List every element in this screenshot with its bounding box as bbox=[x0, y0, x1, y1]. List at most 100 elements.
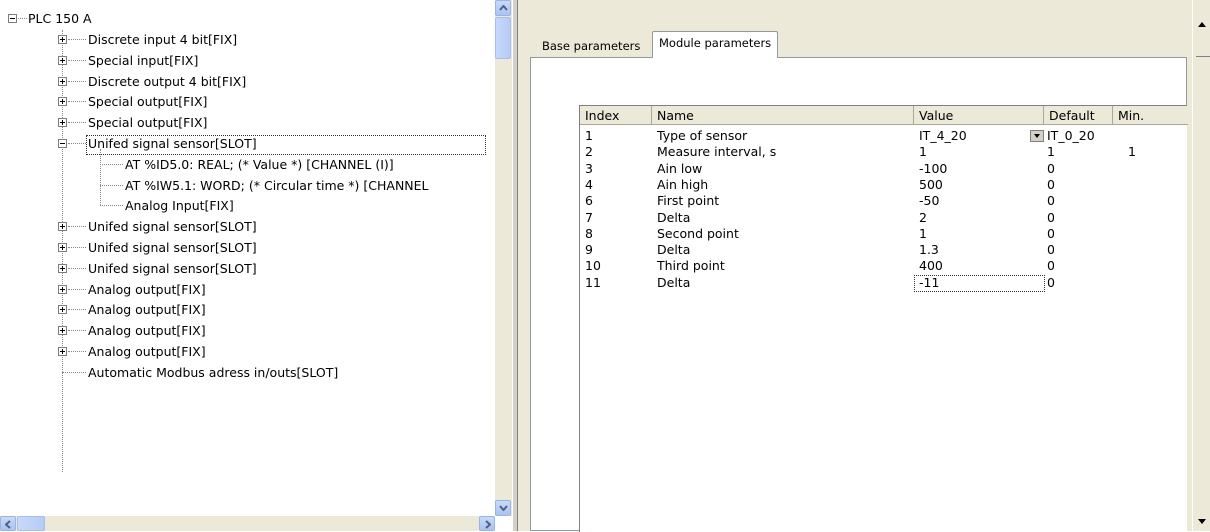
table-row[interactable]: 1 Type of sensor IT_4_20 IT_0_20 bbox=[580, 128, 1188, 144]
scroll-left-button[interactable] bbox=[0, 516, 16, 531]
cell-name: Ain high bbox=[657, 177, 709, 192]
scroll-right-button[interactable] bbox=[479, 516, 495, 531]
tree-connector bbox=[100, 149, 101, 205]
tree-item[interactable]: Unifed signal sensor[SLOT] bbox=[88, 238, 257, 258]
tree-connector bbox=[100, 205, 123, 206]
cell-name: Second point bbox=[657, 226, 739, 241]
cell-value[interactable]: 2 bbox=[919, 210, 927, 225]
tree-selection-focus bbox=[86, 135, 486, 155]
cell-index: 10 bbox=[585, 258, 601, 273]
cell-index: 2 bbox=[585, 144, 593, 159]
table-row[interactable]: 11 Delta -11 0 bbox=[580, 275, 1188, 292]
cell-value[interactable]: IT_4_20 bbox=[919, 128, 967, 143]
tree-item[interactable]: Special input[FIX] bbox=[88, 51, 198, 71]
tree-root-label[interactable]: PLC 150 A bbox=[28, 9, 92, 29]
expand-icon[interactable] bbox=[58, 347, 67, 356]
tab-module-parameters[interactable]: Module parameters bbox=[652, 31, 779, 58]
right-vertical-scrollbar[interactable] bbox=[1192, 0, 1210, 531]
arrow-up-icon bbox=[1198, 22, 1206, 27]
cell-value[interactable]: 1 bbox=[919, 144, 927, 159]
table-row[interactable]: 3 Ain low -100 0 bbox=[580, 161, 1188, 177]
tree-child-item[interactable]: Analog Input[FIX] bbox=[125, 196, 234, 216]
cell-default: 0 bbox=[1047, 210, 1055, 225]
cell-default: 1 bbox=[1047, 144, 1055, 159]
tree-item[interactable]: Analog output[FIX] bbox=[88, 342, 206, 362]
expand-icon[interactable] bbox=[58, 77, 67, 86]
expand-icon[interactable] bbox=[58, 118, 67, 127]
parameters-grid[interactable]: Index Name Value Default Min. 1 Type of s… bbox=[579, 105, 1188, 532]
table-row[interactable]: 7 Delta 2 0 bbox=[580, 210, 1188, 226]
table-row[interactable]: 9 Delta 1.3 0 bbox=[580, 242, 1188, 258]
collapse-icon[interactable] bbox=[58, 139, 67, 148]
table-row[interactable]: 4 Ain high 500 0 bbox=[580, 177, 1188, 193]
cell-value[interactable]: 500 bbox=[919, 177, 943, 192]
cell-default: 0 bbox=[1047, 177, 1055, 192]
expand-icon[interactable] bbox=[58, 305, 67, 314]
arrow-down-icon bbox=[499, 505, 508, 511]
cell-default: 0 bbox=[1047, 226, 1055, 241]
expand-icon[interactable] bbox=[58, 243, 67, 252]
expand-icon[interactable] bbox=[58, 285, 67, 294]
scroll-up-button[interactable] bbox=[495, 0, 511, 16]
cell-name: Type of sensor bbox=[657, 128, 748, 143]
arrow-right-icon bbox=[485, 520, 491, 529]
chevron-down-icon[interactable] bbox=[1030, 130, 1044, 142]
column-header-index[interactable]: Index bbox=[580, 106, 652, 125]
table-row[interactable]: 8 Second point 1 0 bbox=[580, 226, 1188, 242]
tree-connector bbox=[68, 247, 86, 248]
scroll-track-line bbox=[1196, 56, 1210, 57]
table-row[interactable]: 6 First point -50 0 bbox=[580, 193, 1188, 209]
tree-child-item[interactable]: AT %ID5.0: REAL; (* Value *) [CHANNEL (I… bbox=[125, 155, 394, 175]
arrow-up-icon bbox=[499, 5, 508, 11]
expand-icon[interactable] bbox=[58, 326, 67, 335]
tree-item[interactable]: Special output[FIX] bbox=[88, 113, 207, 133]
scroll-thumb[interactable] bbox=[495, 17, 511, 59]
cell-default: 0 bbox=[1047, 242, 1055, 257]
tree-item[interactable]: Unifed signal sensor[SLOT] bbox=[88, 259, 257, 279]
cell-index: 7 bbox=[585, 210, 593, 225]
cell-value[interactable]: 1 bbox=[919, 226, 927, 241]
column-header-default[interactable]: Default bbox=[1044, 106, 1113, 125]
cell-name: Delta bbox=[657, 242, 691, 257]
column-header-value[interactable]: Value bbox=[914, 106, 1044, 125]
scroll-down-button[interactable] bbox=[495, 500, 511, 516]
cell-value[interactable]: 1.3 bbox=[919, 242, 939, 257]
tree-item[interactable]: Discrete input 4 bit[FIX] bbox=[88, 30, 237, 50]
tab-base-parameters[interactable]: Base parameters bbox=[536, 35, 646, 57]
tree-connector bbox=[68, 122, 86, 123]
cell-min: 1 bbox=[1128, 144, 1136, 159]
cell-value[interactable]: -100 bbox=[919, 161, 947, 176]
arrow-left-icon bbox=[5, 520, 11, 529]
tree-horizontal-scrollbar[interactable] bbox=[0, 516, 495, 531]
tree-item[interactable]: Analog output[FIX] bbox=[88, 300, 206, 320]
arrow-down-icon bbox=[1198, 519, 1206, 524]
expand-icon[interactable] bbox=[58, 97, 67, 106]
collapse-icon[interactable] bbox=[8, 14, 17, 23]
tree-item[interactable]: Special output[FIX] bbox=[88, 92, 207, 112]
tree-item[interactable]: Analog output[FIX] bbox=[88, 321, 206, 341]
table-row[interactable]: 2 Measure interval, s 1 1 1 bbox=[580, 144, 1188, 160]
cell-value[interactable]: 400 bbox=[919, 258, 943, 273]
tree-vertical-scrollbar[interactable] bbox=[495, 0, 512, 516]
cell-index: 8 bbox=[585, 226, 593, 241]
tree-item[interactable]: Analog output[FIX] bbox=[88, 280, 206, 300]
tree-item[interactable]: Automatic Modbus adress in/outs[SLOT] bbox=[88, 363, 338, 383]
cell-default: 0 bbox=[1047, 258, 1055, 273]
table-row[interactable]: 10 Third point 400 0 bbox=[580, 258, 1188, 274]
expand-icon[interactable] bbox=[58, 222, 67, 231]
expand-icon[interactable] bbox=[58, 56, 67, 65]
tree-connector bbox=[68, 143, 86, 144]
scroll-thumb-horizontal[interactable] bbox=[17, 516, 45, 531]
tree-child-item[interactable]: AT %IW5.1: WORD; (* Circular time *) [CH… bbox=[125, 176, 429, 196]
tree-item[interactable]: Unifed signal sensor[SLOT] bbox=[88, 217, 257, 237]
tree-connector bbox=[68, 309, 86, 310]
project-tree[interactable]: PLC 150 A Discrete input 4 bit[FIX] Speci… bbox=[0, 0, 512, 531]
parameters-pane: Base parameters Module parameters Index … bbox=[518, 0, 1210, 532]
cell-value[interactable]: -50 bbox=[919, 193, 939, 208]
column-header-min[interactable]: Min. bbox=[1113, 106, 1188, 125]
tree-item[interactable]: Discrete output 4 bit[FIX] bbox=[88, 72, 246, 92]
tree-connector bbox=[68, 268, 86, 269]
column-header-name[interactable]: Name bbox=[652, 106, 914, 125]
expand-icon[interactable] bbox=[58, 264, 67, 273]
expand-icon[interactable] bbox=[58, 35, 67, 44]
